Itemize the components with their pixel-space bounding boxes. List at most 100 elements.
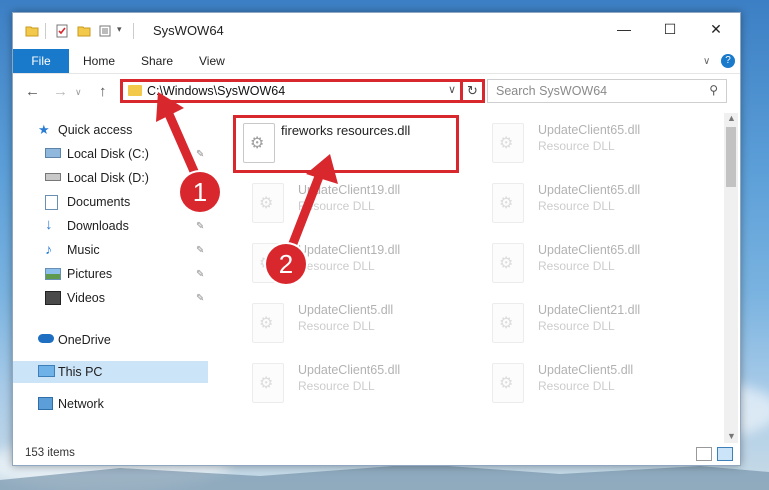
folder-icon <box>128 85 142 96</box>
sidebar-item-label: Local Disk (D:) <box>67 171 149 185</box>
tab-view[interactable]: View <box>199 49 225 73</box>
divider <box>45 23 46 39</box>
file-item[interactable]: UpdateClient65.dll Resource DLL <box>472 237 702 289</box>
tab-share[interactable]: Share <box>141 49 173 73</box>
sidebar-item-label: Downloads <box>67 219 129 233</box>
file-type: Resource DLL <box>538 379 615 393</box>
recent-locations-icon[interactable]: ∨ <box>75 87 82 98</box>
dll-file-icon <box>243 123 275 163</box>
folder-icon <box>25 26 39 37</box>
details-view-icon[interactable] <box>696 447 712 461</box>
sidebar-item-label: Network <box>58 397 104 411</box>
sidebar-item-label: Music <box>67 243 100 257</box>
dll-file-icon <box>492 243 524 283</box>
pin-icon[interactable]: ✎ <box>196 221 204 232</box>
pin-icon[interactable]: ✎ <box>196 269 204 280</box>
sidebar-item-videos[interactable]: Videos ✎ <box>13 287 208 309</box>
status-bar: 153 items <box>13 443 740 465</box>
close-button[interactable]: ✕ <box>693 13 739 45</box>
help-glyph: ? <box>721 54 735 68</box>
sidebar-item-label: Documents <box>67 195 131 209</box>
divider <box>133 23 134 39</box>
tab-home[interactable]: Home <box>83 49 115 73</box>
title-bar: ▾ SysWOW64 — ☐ ✕ <box>13 13 740 49</box>
customize-toolbar-icon[interactable] <box>99 24 115 38</box>
file-item[interactable]: UpdateClient65.dll Resource DLL <box>472 177 702 229</box>
sidebar-item-label: Videos <box>67 291 105 305</box>
file-name: UpdateClient65.dll <box>298 363 401 377</box>
scroll-up-icon[interactable]: ▲ <box>727 113 736 123</box>
scroll-thumb[interactable] <box>726 127 736 187</box>
file-name: UpdateClient21.dll <box>538 303 641 317</box>
annotation-badge-1: 1 <box>180 172 220 212</box>
sidebar-item-pictures[interactable]: Pictures ✎ <box>13 263 208 285</box>
file-name: UpdateClient5.dll <box>298 303 394 317</box>
refresh-button[interactable]: ↻ <box>463 79 485 103</box>
sidebar-item-label: Pictures <box>67 267 113 281</box>
file-item[interactable]: UpdateClient5.dll Resource DLL <box>232 297 462 349</box>
downloads-icon: ↓ <box>45 216 53 233</box>
pin-icon[interactable]: ✎ <box>196 293 204 304</box>
file-type: Resource DLL <box>298 319 375 333</box>
search-icon: ⚲ <box>709 83 718 97</box>
file-name: UpdateClient5.dll <box>538 363 634 377</box>
item-count: 153 items <box>25 447 75 459</box>
dll-file-icon <box>252 303 284 343</box>
minimize-button[interactable]: — <box>601 13 647 45</box>
file-type: Resource DLL <box>298 259 375 273</box>
sidebar-item-this-pc[interactable]: This PC <box>13 361 208 383</box>
tab-file[interactable]: File <box>13 49 69 73</box>
file-type: Resource DLL <box>538 139 615 153</box>
dll-file-icon <box>492 303 524 343</box>
sidebar-item-onedrive[interactable]: OneDrive <box>13 329 208 351</box>
file-type: Resource DLL <box>538 199 615 213</box>
large-icons-view-icon[interactable] <box>717 447 733 461</box>
dll-file-icon <box>492 123 524 163</box>
pin-icon[interactable]: ✎ <box>196 245 204 256</box>
sidebar-item-label: Local Disk (C:) <box>67 147 149 161</box>
maximize-button[interactable]: ☐ <box>647 13 693 45</box>
sidebar-item-label: OneDrive <box>58 333 111 347</box>
forward-button[interactable]: → <box>53 83 68 100</box>
file-item[interactable]: UpdateClient21.dll Resource DLL <box>472 297 702 349</box>
ribbon: File Home Share View ∨ ? <box>13 49 740 74</box>
window-title: SysWOW64 <box>153 23 224 38</box>
new-folder-icon[interactable] <box>77 24 91 38</box>
help-icon[interactable]: ? <box>721 49 735 73</box>
search-input[interactable]: Search SysWOW64 <box>496 84 607 98</box>
dll-file-icon <box>492 183 524 223</box>
sidebar-item-label: This PC <box>58 365 103 379</box>
drive-icon <box>45 173 61 181</box>
file-item[interactable]: UpdateClient65.dll Resource DLL <box>472 117 702 169</box>
dll-file-icon <box>492 363 524 403</box>
sidebar-item-label: Quick access <box>58 123 133 137</box>
pictures-icon <box>45 268 61 280</box>
address-dropdown-icon[interactable]: ∨ <box>448 83 456 96</box>
search-box[interactable]: Search SysWOW64 ⚲ <box>487 79 727 103</box>
sidebar-item-music[interactable]: ♪ Music ✎ <box>13 239 208 261</box>
vertical-scrollbar[interactable]: ▲ ▼ <box>724 113 738 443</box>
drive-icon <box>45 148 61 158</box>
properties-icon[interactable] <box>55 24 69 38</box>
network-icon <box>38 397 53 410</box>
videos-icon <box>45 291 61 305</box>
star-icon: ★ <box>38 122 50 137</box>
quick-access-dropdown-icon[interactable]: ▾ <box>117 24 122 35</box>
back-button[interactable]: ← <box>25 83 40 100</box>
file-name: fireworks resources.dll <box>281 123 411 138</box>
documents-icon <box>45 195 58 210</box>
file-name: UpdateClient65.dll <box>538 123 641 137</box>
ribbon-expand-icon[interactable]: ∨ <box>703 49 710 73</box>
up-button[interactable]: ↑ <box>99 83 107 100</box>
onedrive-icon <box>38 334 54 343</box>
pc-icon <box>38 365 55 377</box>
file-type: Resource DLL <box>538 319 615 333</box>
file-item[interactable]: UpdateClient65.dll Resource DLL <box>232 357 462 409</box>
sidebar-item-downloads[interactable]: ↓ Downloads ✎ <box>13 215 208 237</box>
scroll-down-icon[interactable]: ▼ <box>727 431 736 441</box>
sidebar-item-network[interactable]: Network <box>13 393 208 415</box>
file-item[interactable]: UpdateClient5.dll Resource DLL <box>472 357 702 409</box>
annotation-badge-2: 2 <box>266 244 306 284</box>
file-name: UpdateClient65.dll <box>538 183 641 197</box>
file-name: UpdateClient65.dll <box>538 243 641 257</box>
